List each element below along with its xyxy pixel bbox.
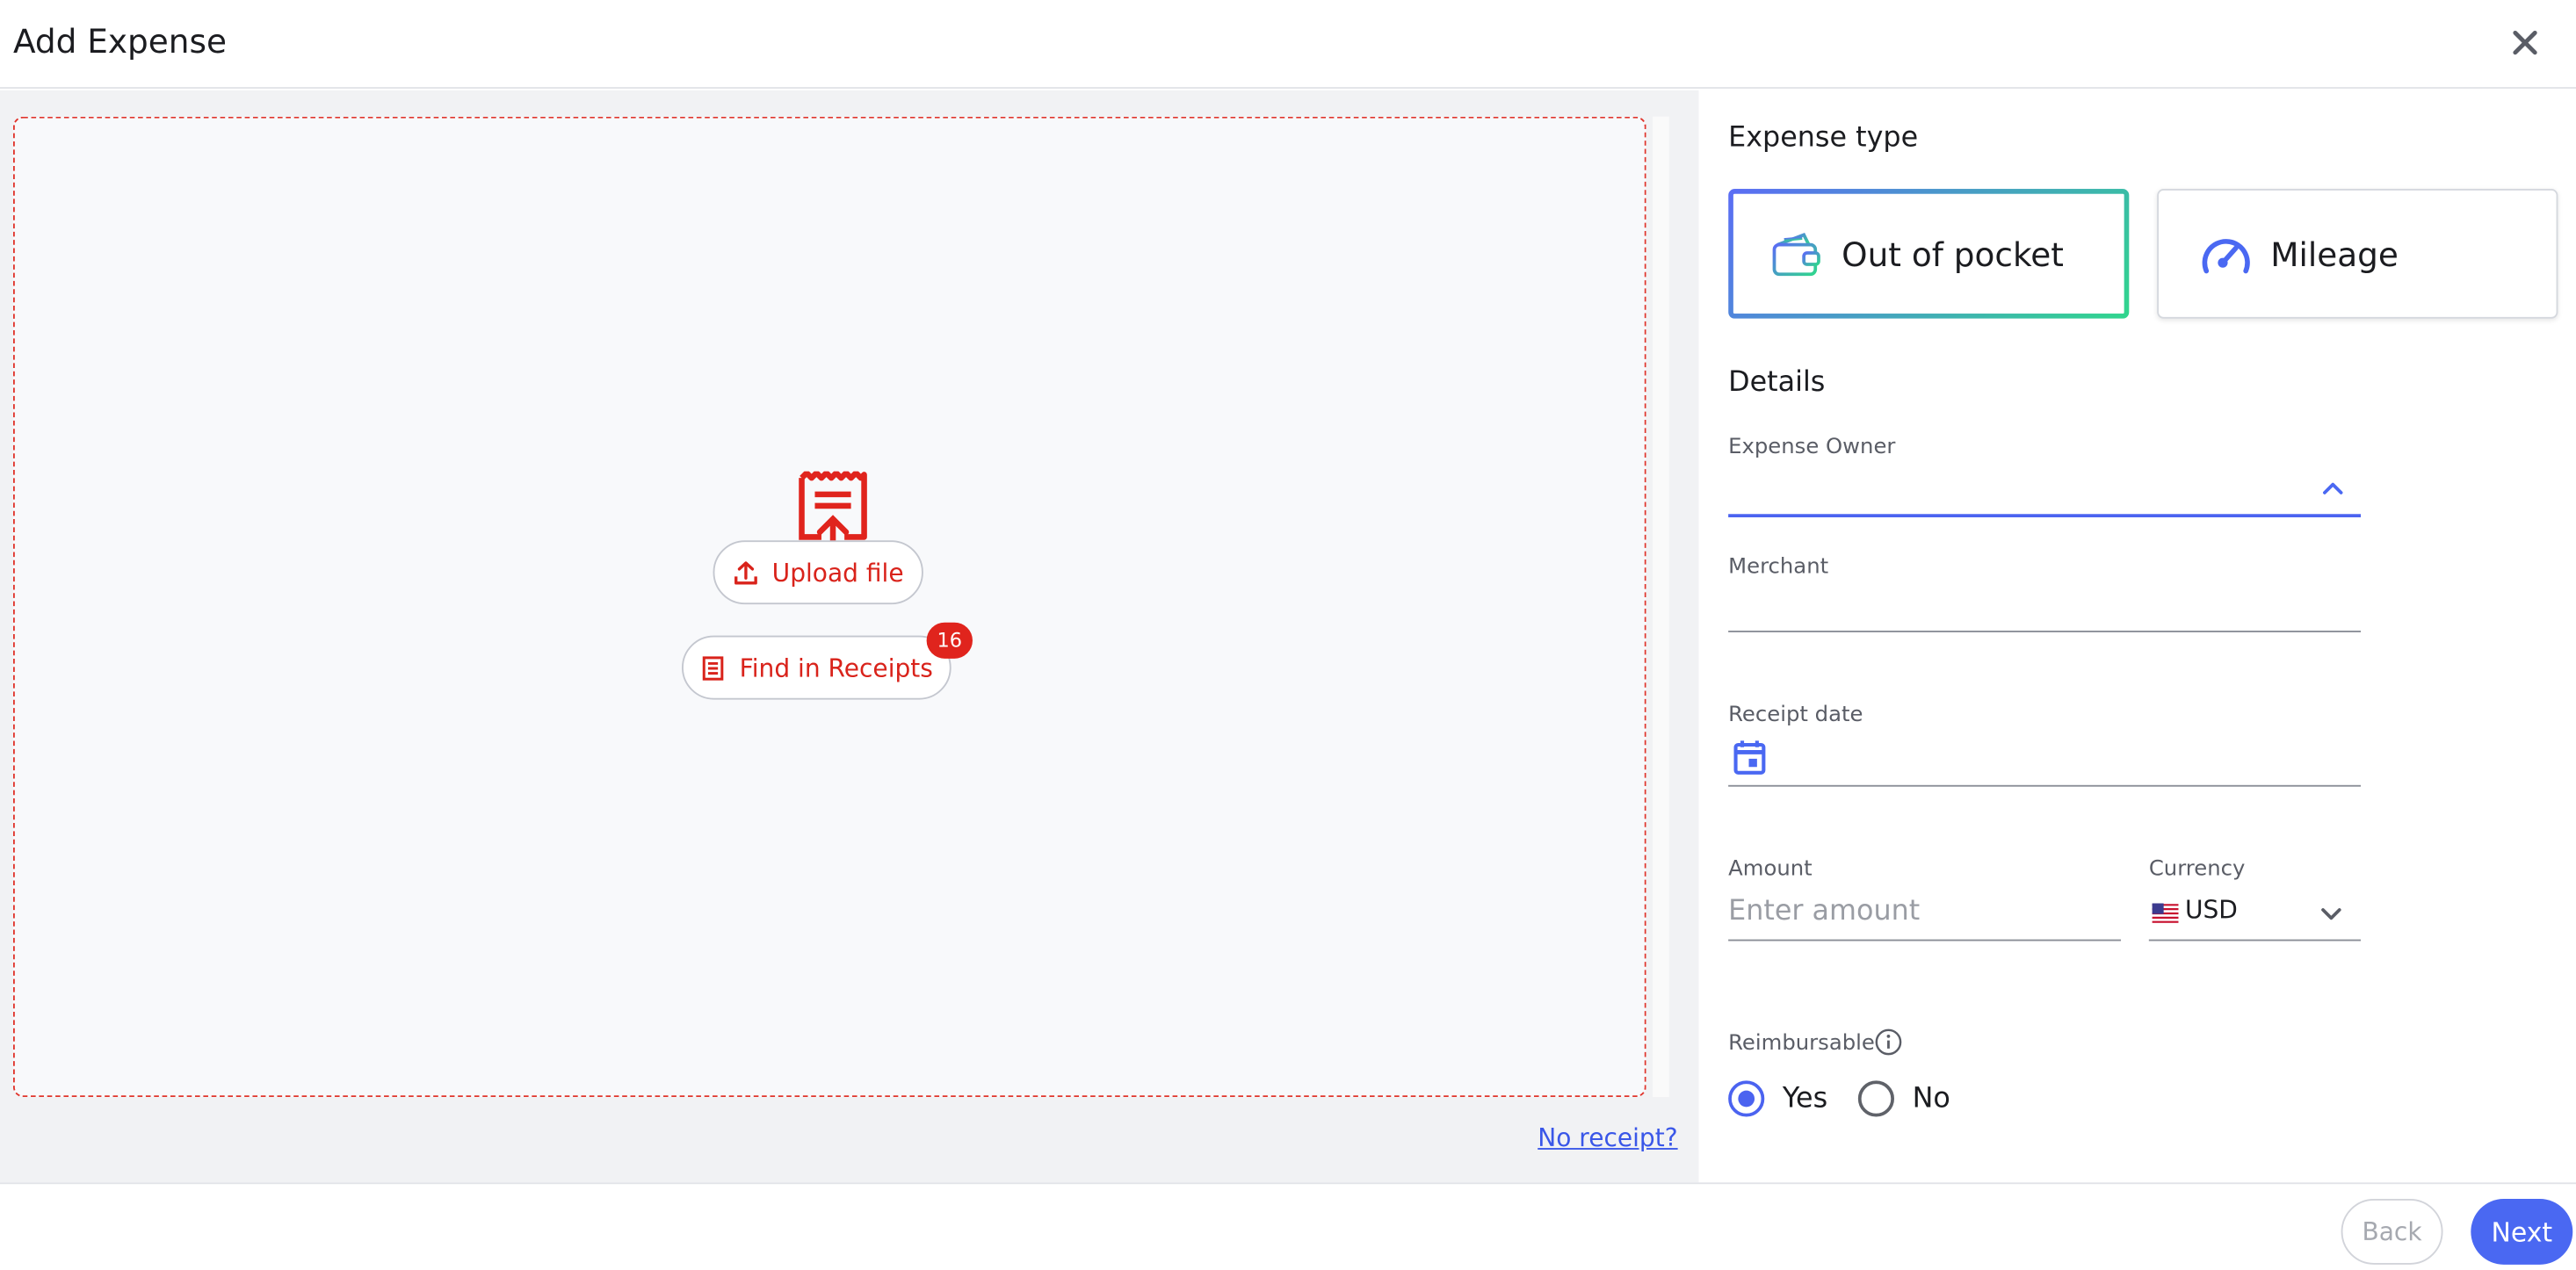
details-title: Details xyxy=(1728,365,1826,400)
us-flag-icon xyxy=(2152,903,2179,923)
chevron-up-icon xyxy=(2323,482,2343,494)
calendar-icon[interactable] xyxy=(1733,739,1766,775)
receipt-date-input[interactable] xyxy=(1728,734,2361,785)
merchant-label: Merchant xyxy=(1728,555,1829,581)
add-expense-dialog: Add Expense Upload file Find in Receipts… xyxy=(0,0,2576,1270)
dropzone-scrollbar[interactable] xyxy=(1653,116,1669,1098)
wallet-icon xyxy=(1772,232,1820,276)
close-icon xyxy=(2513,30,2537,55)
upload-icon xyxy=(734,560,757,584)
mileage-label: Mileage xyxy=(2270,234,2399,274)
reimbursable-no-label[interactable]: No xyxy=(1913,1082,1950,1115)
dialog-header: Add Expense xyxy=(0,0,2576,89)
receipt-pane: Upload file Find in Receipts 16 No recei… xyxy=(0,90,1699,1183)
expense-owner-label: Expense Owner xyxy=(1728,435,1896,460)
amount-label: Amount xyxy=(1728,857,1813,883)
reimbursable-yes-radio[interactable] xyxy=(1728,1080,1765,1117)
expense-owner-underline xyxy=(1728,514,2362,518)
out-of-pocket-label: Out of pocket xyxy=(1842,234,2064,274)
reimbursable-label: Reimbursable xyxy=(1728,1031,1875,1057)
receipts-count-badge: 16 xyxy=(926,622,973,659)
receipt-list-icon xyxy=(702,655,724,680)
reimbursable-yes-label[interactable]: Yes xyxy=(1783,1082,1827,1115)
upload-file-label: Upload file xyxy=(771,557,904,588)
expense-owner-select[interactable] xyxy=(1728,465,2361,514)
find-in-receipts-button[interactable]: Find in Receipts xyxy=(682,635,952,700)
find-in-receipts-label: Find in Receipts xyxy=(739,653,933,682)
amount-placeholder: Enter amount xyxy=(1728,895,1921,928)
next-button[interactable]: Next xyxy=(2471,1199,2573,1265)
currency-value: USD xyxy=(2184,895,2238,925)
expense-type-title: Expense type xyxy=(1728,121,1919,155)
reimbursable-no-radio[interactable] xyxy=(1857,1080,1894,1117)
amount-input[interactable]: Enter amount xyxy=(1728,889,2121,940)
merchant-input[interactable] xyxy=(1728,583,2361,631)
chevron-down-icon xyxy=(2321,908,2341,920)
out-of-pocket-option[interactable]: Out of pocket xyxy=(1728,189,2129,319)
dialog-title: Add Expense xyxy=(12,21,227,61)
currency-label: Currency xyxy=(2148,857,2246,883)
receipt-dropzone[interactable]: Upload file Find in Receipts 16 xyxy=(12,116,1646,1098)
currency-underline xyxy=(2148,939,2362,942)
merchant-underline xyxy=(1728,631,2362,632)
mileage-option[interactable]: Mileage xyxy=(2157,189,2558,319)
receipt-date-underline xyxy=(1728,784,2362,787)
dialog-footer: Back Next xyxy=(0,1182,2576,1270)
back-button[interactable]: Back xyxy=(2341,1199,2443,1265)
speedometer-icon xyxy=(2202,238,2250,273)
amount-underline xyxy=(1728,939,2122,942)
receipt-date-label: Receipt date xyxy=(1728,703,1863,728)
expense-form: Expense type Out of pocket Mileage Detai… xyxy=(1698,90,2576,1183)
no-receipt-link[interactable]: No receipt? xyxy=(1538,1123,1677,1153)
currency-select[interactable]: USD xyxy=(2149,889,2361,940)
upload-file-button[interactable]: Upload file xyxy=(713,540,923,605)
info-icon[interactable] xyxy=(1875,1028,1903,1057)
close-button[interactable] xyxy=(2504,21,2547,64)
